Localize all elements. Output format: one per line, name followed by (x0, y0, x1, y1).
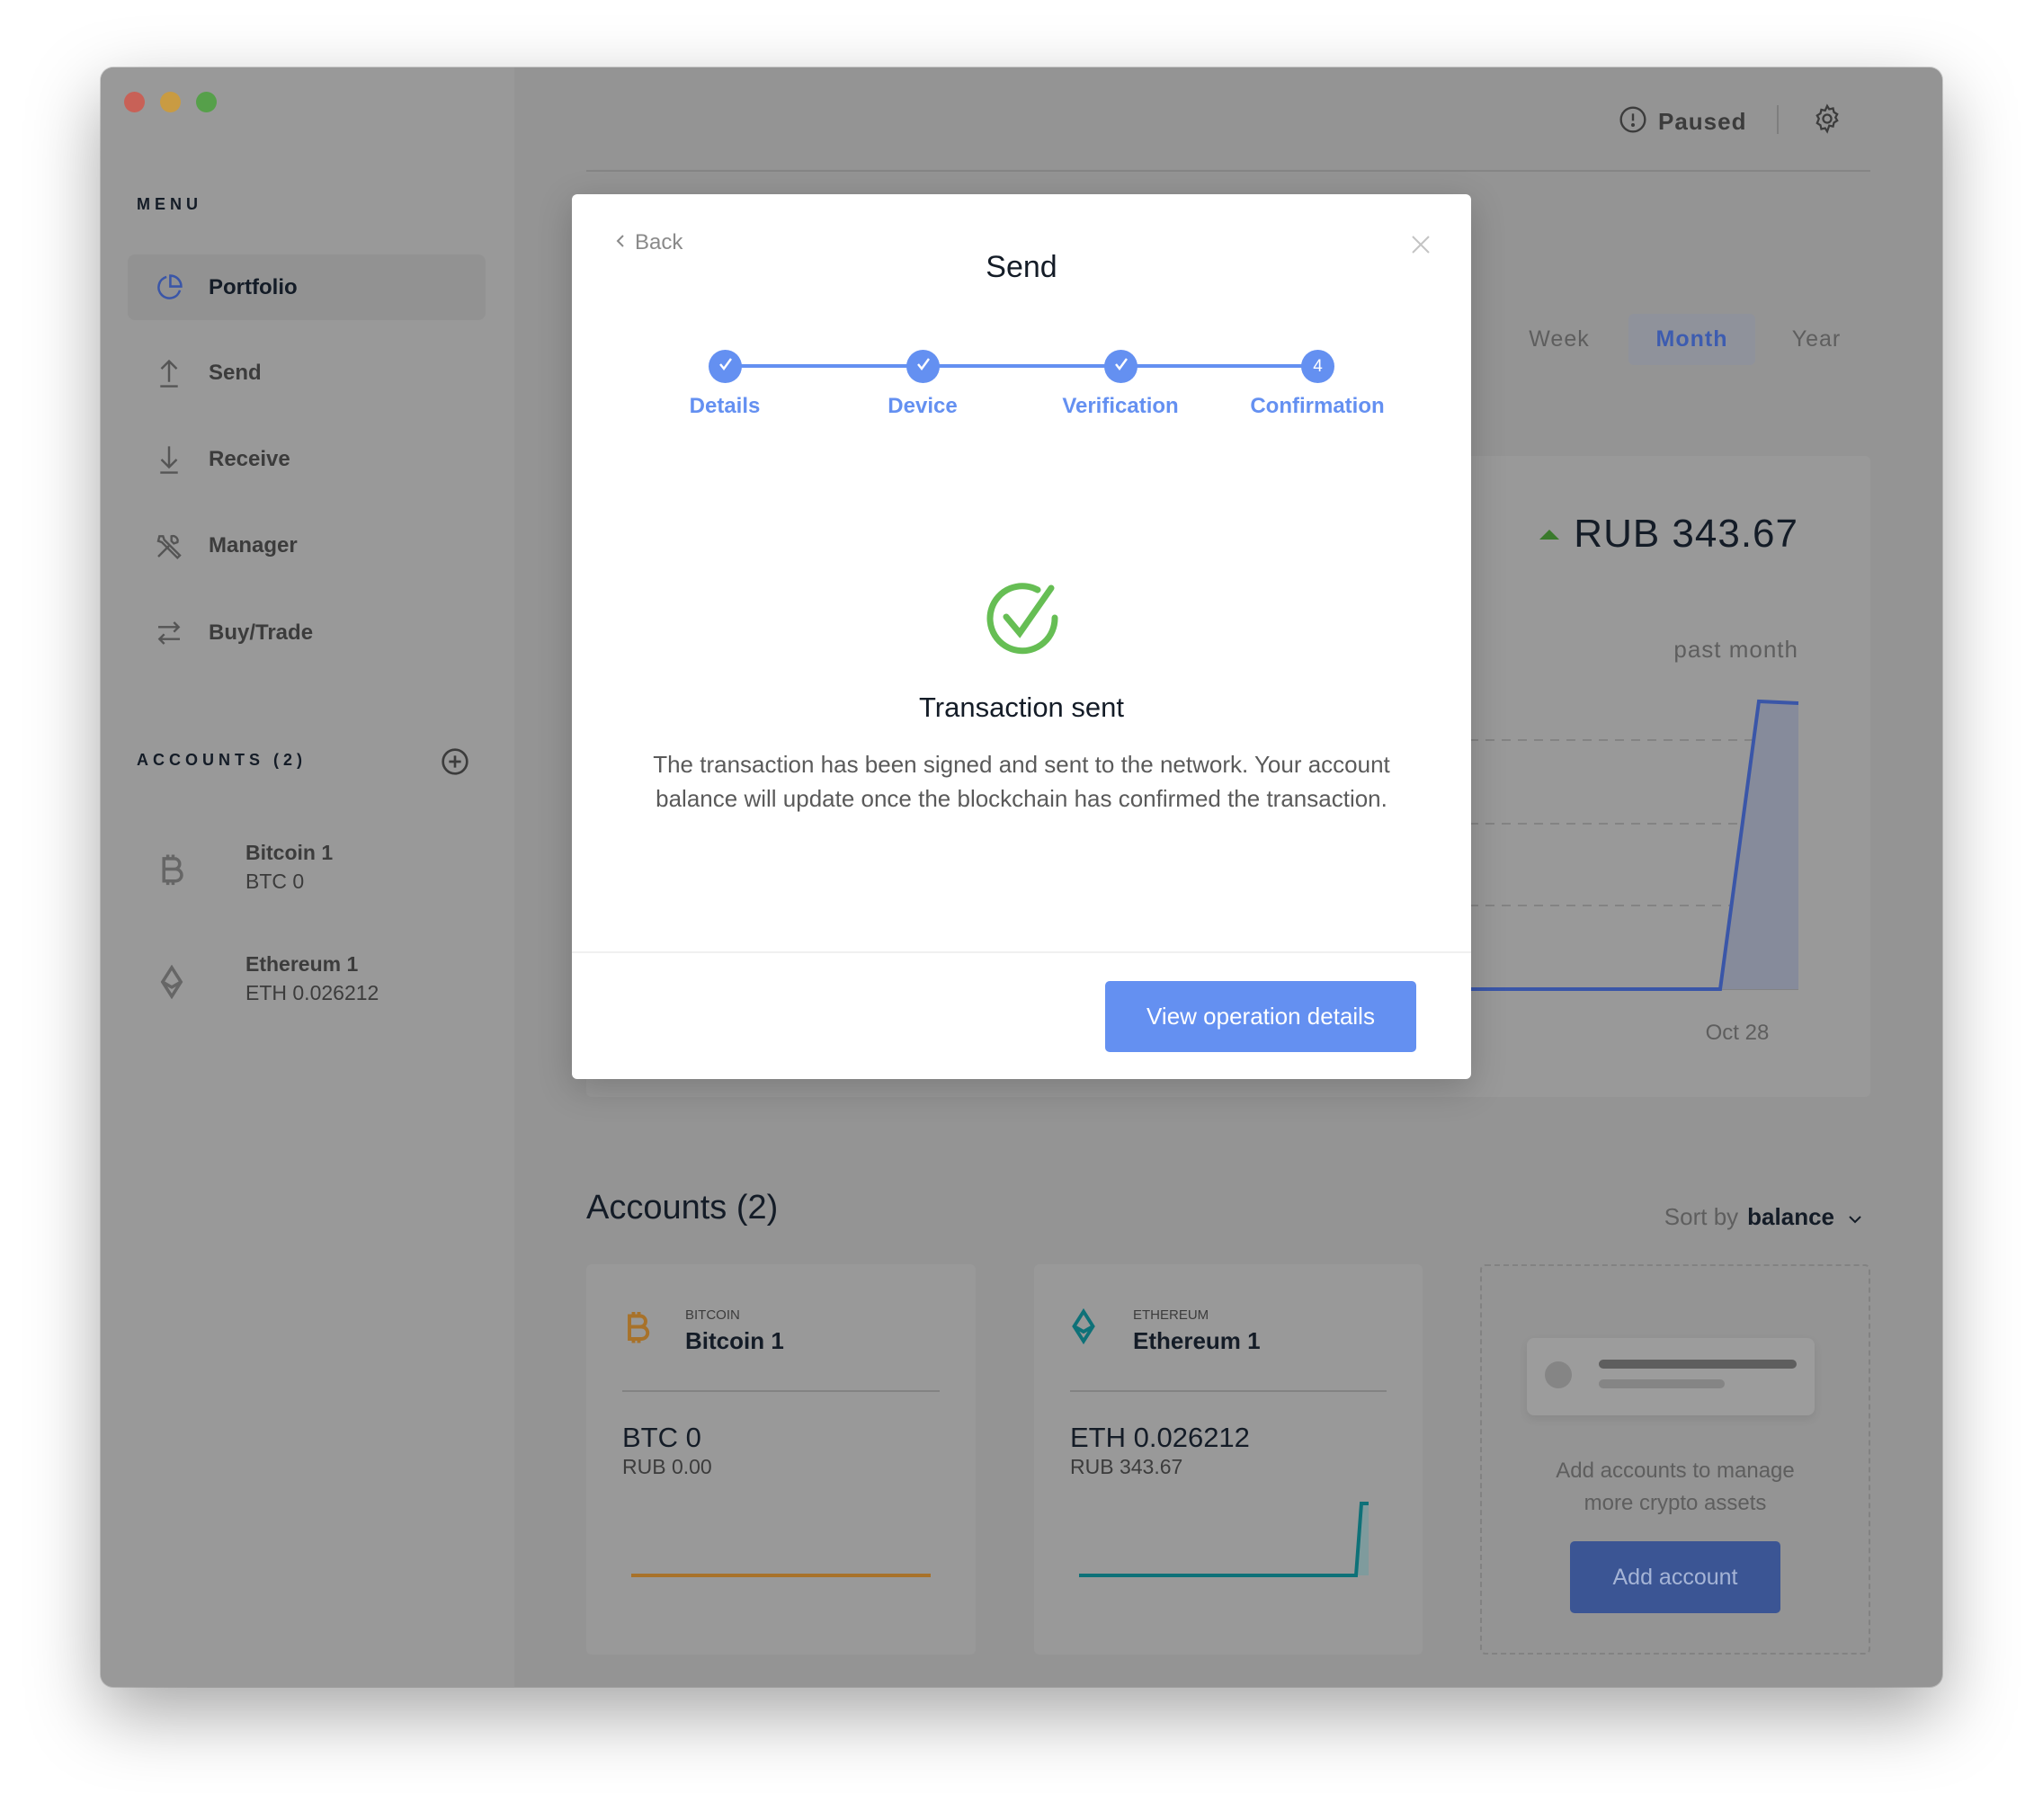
ethereum-icon (158, 964, 191, 1001)
sidebar-item-label: Manager (209, 532, 298, 558)
result-title: Transaction sent (918, 691, 1125, 723)
step-label: Confirmation (1250, 394, 1385, 418)
sidebar-item-receive[interactable]: Receive (128, 426, 486, 492)
accounts-title: Accounts (2) (586, 1189, 779, 1227)
account-name: Bitcoin 1 (245, 841, 334, 864)
sort-label: Sort by (1664, 1203, 1739, 1230)
sort-value: balance (1747, 1203, 1834, 1230)
account-sparkline (1079, 1502, 1369, 1577)
stepper-track (741, 364, 1317, 368)
add-account-button[interactable]: Add account (1570, 1541, 1780, 1613)
account-card-ethereum[interactable]: ETHEREUM Ethereum 1 ETH 0.026212 RUB 343… (1034, 1264, 1423, 1655)
pie-chart-icon (151, 270, 187, 306)
step-label: Verification (1062, 394, 1179, 418)
swap-arrows-icon (151, 615, 187, 651)
topbar-divider (1777, 105, 1779, 134)
modal-title: Send (986, 250, 1057, 284)
account-amount: ETH 0.026212 (1070, 1422, 1250, 1453)
sidebar-item-buy-trade[interactable]: Buy/Trade (128, 600, 486, 665)
send-modal: Back Send 4 Details Device Verification … (572, 194, 1471, 1079)
sidebar-item-label: Buy/Trade (209, 620, 314, 645)
sort-dropdown[interactable]: Sort by balance (1664, 1203, 1863, 1231)
success-check-icon (984, 579, 1061, 661)
result-description: The transaction has been signed and sent… (653, 751, 1390, 812)
gear-icon[interactable] (1812, 103, 1842, 138)
step-confirmation-current: 4 (1301, 350, 1334, 383)
topbar-separator (586, 170, 1870, 172)
window-minimize-button[interactable] (160, 92, 181, 112)
modal-footer-divider (572, 951, 1471, 953)
step-label: Details (689, 394, 761, 418)
card-divider (622, 1390, 940, 1392)
window-maximize-button[interactable] (196, 92, 217, 112)
sidebar-account-bitcoin[interactable]: Bitcoin 1 BTC 0 (137, 841, 478, 904)
bitcoin-icon (158, 853, 191, 889)
account-name: Ethereum 1 (245, 952, 359, 976)
card-divider (1070, 1390, 1387, 1392)
chart-x-label: Oct 28 (1705, 1021, 1770, 1045)
account-sparkline (631, 1574, 931, 1577)
account-fiat: RUB 343.67 (1070, 1455, 1183, 1478)
add-account-card: Add accounts to manage more crypto asset… (1480, 1264, 1870, 1655)
period-month[interactable]: Month (1628, 314, 1755, 365)
menu-heading: MENU (137, 195, 202, 213)
tools-icon (151, 528, 187, 564)
account-balance: BTC 0 (245, 870, 305, 893)
sidebar-account-ethereum[interactable]: Ethereum 1 ETH 0.026212 (137, 952, 478, 1015)
step-verification-done (1104, 350, 1137, 383)
download-arrow-icon (151, 442, 187, 477)
account-fiat: RUB 0.00 (622, 1455, 712, 1478)
sidebar-item-label: Receive (209, 446, 290, 471)
add-account-prompt-line: Add accounts to manage (1556, 1459, 1795, 1483)
ethereum-icon (1070, 1307, 1097, 1350)
step-label: Device (888, 394, 958, 418)
step-device-done (906, 350, 940, 383)
account-amount: BTC 0 (622, 1422, 701, 1453)
sidebar: MENU Portfolio Send Receive Manager Buy/… (101, 67, 514, 1687)
sidebar-item-label: Portfolio (209, 274, 298, 299)
alert-circle-icon (1619, 105, 1647, 138)
sidebar-item-send[interactable]: Send (128, 340, 486, 406)
upload-arrow-icon (151, 355, 187, 391)
account-balance: ETH 0.026212 (245, 981, 379, 1004)
sidebar-item-label: Send (209, 360, 262, 385)
accounts-heading: ACCOUNTS (2) (137, 751, 307, 769)
account-type: ETHEREUM (1133, 1307, 1209, 1323)
account-name: Bitcoin 1 (685, 1327, 784, 1354)
bitcoin-icon (624, 1309, 651, 1352)
step-details-done (709, 350, 742, 383)
add-account-icon[interactable] (441, 747, 469, 781)
account-card-bitcoin[interactable]: BITCOIN Bitcoin 1 BTC 0 RUB 0.00 (586, 1264, 976, 1655)
sync-status[interactable]: Paused (1619, 105, 1747, 138)
sidebar-item-portfolio[interactable]: Portfolio (128, 254, 486, 320)
window-close-button[interactable] (124, 92, 145, 112)
chevron-down-icon (1847, 1203, 1863, 1231)
period-year[interactable]: Year (1773, 314, 1860, 365)
period-week[interactable]: Week (1512, 314, 1606, 365)
sidebar-item-manager[interactable]: Manager (128, 513, 486, 578)
account-name: Ethereum 1 (1133, 1327, 1261, 1354)
add-account-prompt: Add accounts to manage more crypto asset… (1482, 1455, 1869, 1520)
account-type: BITCOIN (685, 1307, 740, 1323)
check-icon (718, 357, 734, 377)
placeholder-account-illustration (1527, 1338, 1815, 1415)
add-account-prompt-line: more crypto assets (1584, 1491, 1767, 1515)
chart-area (1720, 701, 1798, 989)
check-icon (1113, 357, 1129, 377)
check-icon (915, 357, 932, 377)
sync-status-label: Paused (1658, 108, 1747, 135)
view-operation-details-button[interactable]: View operation details (1105, 981, 1416, 1052)
